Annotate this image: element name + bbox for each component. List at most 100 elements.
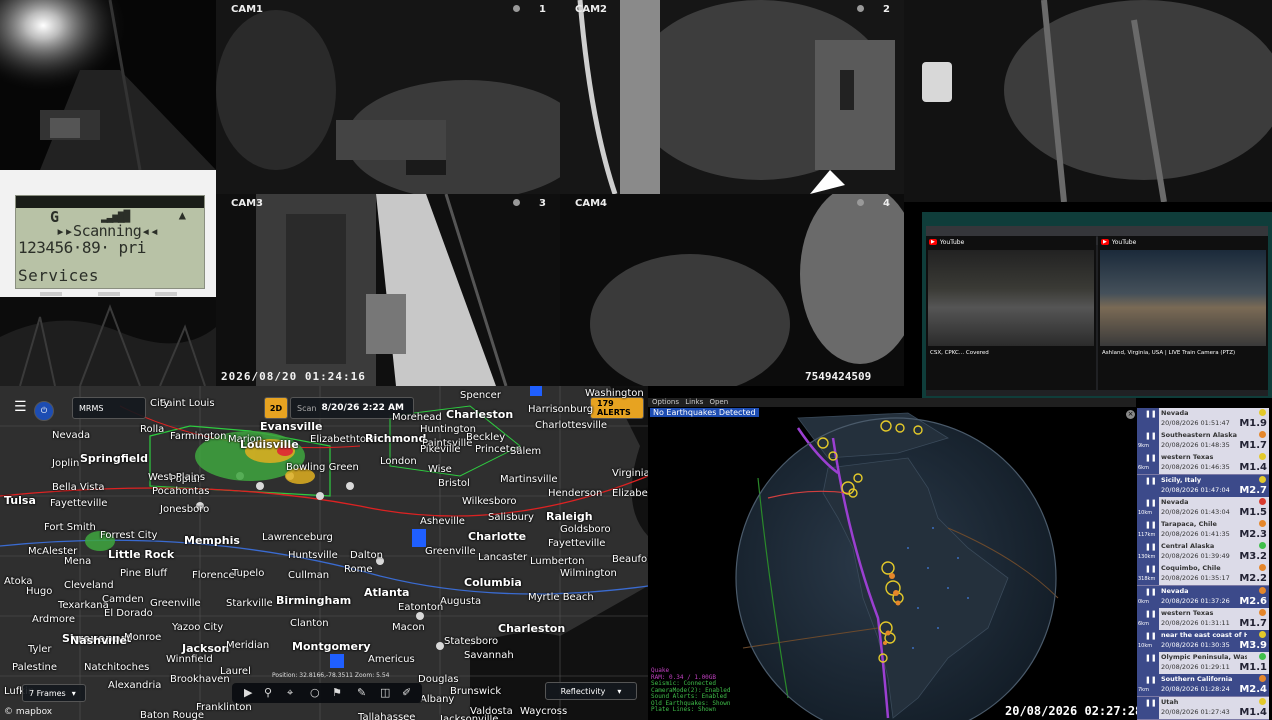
- cam3-feed[interactable]: CAM3 3: [216, 194, 560, 386]
- draw-icon[interactable]: ✐: [402, 686, 411, 699]
- map-city-label: Greenville: [425, 546, 476, 557]
- cam1-record-icon: [513, 5, 520, 12]
- earthquake-item-side: ❚❚ 7km: [1137, 674, 1159, 697]
- radar-alerts-button[interactable]: 179 ALERTS: [590, 397, 644, 419]
- layers-icon[interactable]: ◫: [380, 686, 390, 699]
- radar-left-menu-icon[interactable]: ☰: [14, 399, 27, 415]
- earthquake-list-item[interactable]: ❚❚ Olympic Peninsula, Washin...20/08/2026…: [1137, 652, 1269, 676]
- earthquake-depth: 6km: [1138, 620, 1149, 627]
- earthquake-list-item[interactable]: ❚❚ Sicily, Italy 20/08/2026 01:47:04 M2.7: [1137, 474, 1269, 498]
- earthquake-severity-icon: [1259, 431, 1266, 439]
- earthquake-severity-icon: [1259, 631, 1266, 638]
- earthquake-magnitude: M1.4: [1239, 706, 1267, 718]
- map-city-label: Nevada: [52, 430, 91, 441]
- map-city-label: Louisville: [240, 438, 299, 451]
- earthquake-magnitude: M1.7: [1239, 617, 1267, 629]
- earthquake-severity-icon: [1259, 608, 1266, 616]
- weather-radar-map[interactable]: ⏻ MRMS 2D Scan 8/20/26 2:22 AM 179 ALERT…: [0, 386, 648, 720]
- earthquake-list-item[interactable]: ❚❚ Utah 20/08/2026 01:27:43 M1.4: [1137, 696, 1269, 720]
- radar-settings-button[interactable]: ⏻: [34, 401, 54, 421]
- cam4-number: 4: [883, 198, 890, 209]
- earthquake-time: 20/08/2026 01:47:04: [1161, 485, 1230, 494]
- cam3-record-icon: [513, 199, 520, 206]
- cam2-feed[interactable]: CAM2 2: [560, 0, 904, 194]
- earthquake-list-item[interactable]: ❚❚ 0km Nevada 20/08/2026 01:37:26 M2.6: [1137, 585, 1269, 609]
- cam4-feed[interactable]: CAM4 4: [560, 194, 904, 386]
- earthquake-depth: 7km: [1138, 687, 1149, 694]
- map-city-label: Morehead: [392, 412, 442, 423]
- radar-2d-toggle[interactable]: 2D: [264, 397, 288, 419]
- youtube-left-title[interactable]: CSX, CPKC... Covered: [930, 350, 1090, 357]
- earthquake-list-item[interactable]: ❚❚ 318km Coquimbo, Chile 20/08/2026 01:35:1…: [1137, 563, 1269, 587]
- earthquake-magnitude: M3.2: [1239, 551, 1267, 563]
- radar-tool-bar: ▶ ⚲ ⌖ ○ ⚑ ✎ ◫ ✐: [232, 683, 422, 703]
- map-city-label: McAlester: [28, 546, 78, 557]
- corridor-camera-feed: [0, 0, 216, 170]
- flag-icon[interactable]: ⚑: [332, 686, 342, 699]
- radar-frames-select[interactable]: 7 Frames ▾: [22, 684, 86, 702]
- map-city-label: Waycross: [520, 706, 568, 717]
- earthquake-list-item[interactable]: ❚❚ 130km Central Alaska 20/08/2026 01:39:49…: [1137, 541, 1269, 565]
- crosshair-icon[interactable]: ⌖: [287, 686, 293, 700]
- map-city-label: Rolla: [140, 424, 165, 435]
- earthquake-severity-icon: [1259, 653, 1266, 661]
- radar-position: Position: 32.8166,-78.3511 Zoom: 5.54: [272, 672, 390, 679]
- map-city-label: Augusta: [440, 596, 482, 607]
- map-city-label: Atlanta: [364, 586, 410, 599]
- earthquake-severity-icon: [1259, 453, 1266, 461]
- pause-icon: ❚❚: [1145, 410, 1157, 418]
- earthquake-place: Southeastern Alaska: [1161, 431, 1238, 440]
- cam1-feed[interactable]: CAM1 1: [216, 0, 560, 194]
- earthquake-list-item[interactable]: ❚❚ 6km western Texas 20/08/2026 01:46:35 M1.…: [1137, 452, 1269, 476]
- cam3-label: CAM3: [231, 198, 263, 209]
- youtube-window-right[interactable]: ▶ YouTube Ashland, Virginia, USA | LIVE T…: [1098, 236, 1268, 390]
- map-city-label: Bowling Green: [286, 462, 359, 473]
- scanner-lcd: G ▂▃▅▇█ ▲ ▸▸Scanning◂◂ 123456·89· pri Se…: [15, 195, 205, 289]
- earthquake-item-side: ❚❚ 117km: [1137, 519, 1159, 541]
- earthquake-severity-icon: [1259, 497, 1266, 505]
- pin-icon[interactable]: ⚲: [264, 686, 272, 699]
- earthquake-time: 20/08/2026 01:31:11: [1161, 618, 1230, 627]
- earthquake-place: Southern California: [1161, 675, 1233, 684]
- earthquake-time: 20/08/2026 01:37:26: [1161, 596, 1230, 605]
- radar-layer-select[interactable]: Reflectivity ▾: [545, 682, 637, 700]
- youtube-right-title[interactable]: Ashland, Virginia, USA | LIVE Train Came…: [1102, 350, 1262, 357]
- earthquake-list-item[interactable]: ❚❚ 6km western Texas 20/08/2026 01:31:11 M1.…: [1137, 607, 1269, 631]
- earthquake-list-item[interactable]: ❚❚ 7km Southern California 20/08/2026 01:28…: [1137, 674, 1269, 698]
- earthquake-item-side: ❚❚ 9km: [1137, 430, 1159, 453]
- cam1-label: CAM1: [231, 4, 263, 15]
- play-icon[interactable]: ▶: [244, 686, 252, 699]
- youtube-window-left[interactable]: ▶ YouTube CSX, CPKC... Covered: [926, 236, 1096, 390]
- earthquake-list-item[interactable]: ❚❚ 9km Southeastern Alaska 20/08/2026 01:48…: [1137, 430, 1269, 454]
- earthquake-list-item[interactable]: ❚❚ 10km Nevada 20/08/2026 01:43:04 M1.5: [1137, 496, 1269, 520]
- pause-icon: ❚❚: [1145, 609, 1157, 618]
- map-city-label: Bristol: [438, 478, 470, 489]
- earthquake-place: Central Alaska: [1161, 542, 1215, 551]
- earthquake-list-item[interactable]: ❚❚ 117km Tarapaca, Chile 20/08/2026 01:41:3…: [1137, 519, 1269, 542]
- earthquake-depth: 10km: [1138, 509, 1153, 516]
- map-city-label: Farmington: [170, 431, 227, 442]
- map-city-label: Statesboro: [444, 636, 499, 647]
- earthquake-magnitude: M2.6: [1239, 595, 1267, 607]
- youtube-train-cam-windows: ▶ YouTube CSX, CPKC... Covered ▶ YouTube A…: [922, 212, 1272, 398]
- cam2-label: CAM2: [575, 4, 607, 15]
- map-city-label: Clanton: [290, 618, 329, 629]
- map-city-label: Winnfield: [166, 654, 213, 665]
- earthquake-list-item[interactable]: ❚❚ Nevada 20/08/2026 01:51:47 M1.9: [1137, 408, 1269, 431]
- map-city-label: Lawrenceburg: [262, 532, 333, 543]
- ruler-icon[interactable]: ✎: [357, 686, 366, 699]
- earthquake-time: 20/08/2026 01:28:24: [1161, 685, 1230, 694]
- radar-product-select[interactable]: MRMS: [72, 397, 146, 419]
- map-city-label: Huntsville: [288, 550, 338, 561]
- map-city-label: Washington: [585, 388, 644, 399]
- circle-icon[interactable]: ○: [310, 686, 320, 699]
- map-city-label: Salisbury: [488, 512, 534, 523]
- earthquake-list-item[interactable]: ❚❚ 10km near the east coast of Hon... 20/08…: [1137, 630, 1269, 653]
- map-city-label: Charlottesville: [535, 420, 608, 431]
- map-city-label: Savannah: [464, 650, 514, 661]
- scanner-frequency: 123456·89· pri: [18, 238, 146, 257]
- map-city-label: West Plains: [148, 472, 206, 483]
- map-city-label: Birmingham: [276, 594, 352, 607]
- globe-status-panel: Quake RAM: 0.34 / 1.00GB Seismic: Connec…: [651, 667, 731, 713]
- map-city-label: Macon: [392, 622, 425, 633]
